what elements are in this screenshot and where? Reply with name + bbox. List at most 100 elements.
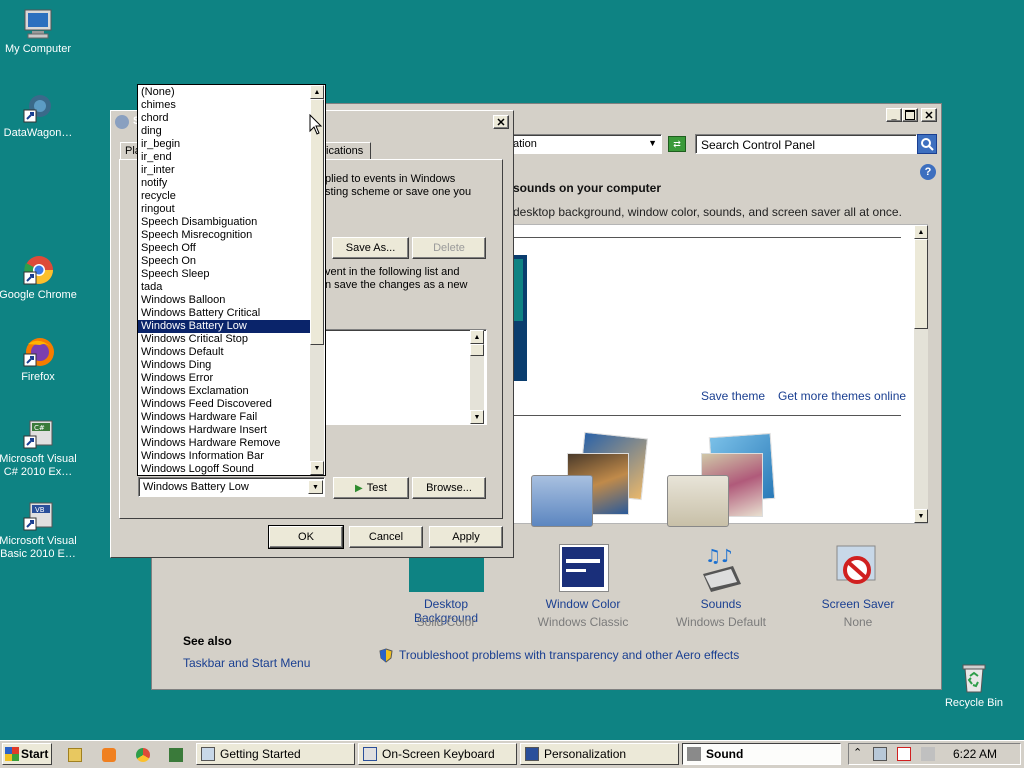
sound-list-item[interactable]: Windows Information Bar — [138, 450, 311, 463]
get-more-themes-link[interactable]: Get more themes online — [778, 389, 906, 403]
delete-button[interactable]: Delete — [412, 237, 486, 259]
chevron-up-icon[interactable]: ⌃ — [853, 746, 862, 759]
sound-list-item[interactable]: Windows Battery Low — [138, 320, 311, 333]
volume-icon[interactable] — [921, 747, 935, 761]
sound-list-item[interactable]: Windows Balloon — [138, 294, 311, 307]
visual-csharp-icon: C# — [22, 418, 54, 450]
sounds-combobox[interactable]: Windows Battery Low ▼ — [138, 477, 325, 497]
tab-communications[interactable]: ications — [323, 142, 371, 160]
sound-list-item[interactable]: Speech Off — [138, 242, 311, 255]
test-button[interactable]: ▶ Test — [333, 477, 409, 499]
desktop-icon-firefox[interactable]: Firefox — [0, 336, 80, 384]
screen-saver-link[interactable]: Screen Saver — [808, 597, 908, 611]
desktop-icon-datawagon[interactable]: DataWagon… — [0, 92, 80, 140]
themes-scrollbar[interactable]: ▲ ▼ — [914, 225, 928, 523]
program-events-list[interactable] — [321, 329, 487, 425]
sound-list-item[interactable]: ir_end — [138, 151, 311, 164]
save-theme-link[interactable]: Save theme — [701, 389, 765, 403]
visual-csharp-icon[interactable] — [169, 748, 183, 762]
ok-button[interactable]: OK — [268, 525, 344, 549]
network-icon[interactable] — [873, 747, 887, 761]
desktop-icon-visual-csharp[interactable]: C# Microsoft Visual C# 2010 Ex… — [0, 418, 80, 479]
shield-icon — [379, 648, 393, 663]
window-color-icon[interactable] — [559, 544, 609, 592]
sound-list-item[interactable]: Windows Battery Critical — [138, 307, 311, 320]
help-icon[interactable]: ? — [920, 164, 936, 180]
sound-list-item[interactable]: notify — [138, 177, 311, 190]
computer-icon — [22, 8, 54, 40]
screen-saver-icon[interactable] — [833, 544, 881, 590]
sound-list-item[interactable]: Windows Ding — [138, 359, 311, 372]
scroll-up-arrow[interactable]: ▲ — [470, 330, 484, 344]
sound-list-item[interactable]: Windows Hardware Insert — [138, 424, 311, 437]
theme-thumbnail-nature[interactable] — [667, 432, 787, 527]
sound-list-item[interactable]: chimes — [138, 99, 311, 112]
save-as-button[interactable]: Save As... — [332, 237, 409, 259]
refresh-button[interactable]: ⇄ — [668, 136, 686, 152]
window-color-link[interactable]: Window Color — [533, 597, 633, 611]
taskbar-button-getting-started[interactable]: Getting Started — [196, 743, 355, 765]
sound-list-item[interactable]: Speech Disambiguation — [138, 216, 311, 229]
address-bar[interactable]: ation ▼ — [508, 134, 662, 154]
sound-list-item[interactable]: Windows Logoff Sound — [138, 463, 311, 475]
sound-list-item[interactable]: Windows Default — [138, 346, 311, 359]
sound-list-item[interactable]: Windows Hardware Fail — [138, 411, 311, 424]
sound-list-item[interactable]: Windows Hardware Remove — [138, 437, 311, 450]
apply-button[interactable]: Apply — [429, 526, 503, 548]
scroll-down-arrow[interactable]: ▼ — [470, 410, 484, 424]
sound-list-item[interactable]: Windows Critical Stop — [138, 333, 311, 346]
chrome-icon[interactable] — [136, 748, 150, 762]
close-button[interactable]: ✕ — [921, 108, 937, 122]
scroll-thumb[interactable] — [470, 344, 484, 356]
sound-list-item[interactable]: Windows Feed Discovered — [138, 398, 311, 411]
scroll-down-arrow[interactable]: ▼ — [914, 509, 928, 523]
start-button[interactable]: Start — [2, 743, 52, 765]
sound-list-item[interactable]: Windows Exclamation — [138, 385, 311, 398]
sounds-link[interactable]: Sounds — [671, 597, 771, 611]
taskbar-start-menu-link[interactable]: Taskbar and Start Menu — [183, 656, 310, 670]
theme-thumbnail-landscapes[interactable] — [531, 431, 651, 527]
scroll-down-arrow[interactable]: ▼ — [310, 461, 324, 475]
desktop-icon-visual-basic[interactable]: VB Microsoft Visual Basic 2010 E… — [0, 500, 80, 561]
sound-list-item[interactable]: chord — [138, 112, 311, 125]
sound-list-item[interactable]: ding — [138, 125, 311, 138]
taskbar-button-on-screen-keyboard[interactable]: On-Screen Keyboard — [358, 743, 517, 765]
clock[interactable]: 6:22 AM — [953, 747, 997, 761]
search-button[interactable] — [917, 134, 937, 154]
scroll-up-arrow[interactable]: ▲ — [914, 225, 928, 239]
folder-icon[interactable] — [68, 748, 82, 762]
search-input[interactable]: Search Control Panel — [695, 134, 917, 154]
sound-list-item[interactable]: tada — [138, 281, 311, 294]
dialog-close-button[interactable]: ✕ — [493, 115, 509, 129]
dropdown-scrollbar[interactable]: ▲ ▼ — [310, 85, 324, 475]
sound-list-item[interactable]: Speech Sleep — [138, 268, 311, 281]
desktop-icon-google-chrome[interactable]: Google Chrome — [0, 254, 80, 302]
desktop-icon-my-computer[interactable]: My Computer — [0, 8, 80, 56]
browse-button[interactable]: Browse... — [412, 477, 486, 499]
events-scrollbar[interactable]: ▲ ▼ — [470, 330, 484, 424]
sounds-icon[interactable]: ♫♪ — [697, 544, 747, 592]
action-center-icon[interactable] — [897, 747, 911, 761]
sound-list-item[interactable]: (None) — [138, 86, 311, 99]
chevron-down-icon[interactable]: ▼ — [308, 480, 323, 494]
sound-list-item[interactable]: recycle — [138, 190, 311, 203]
taskbar-button-sound[interactable]: Sound — [682, 743, 841, 765]
chevron-down-icon[interactable]: ▼ — [648, 138, 657, 148]
sound-list-item[interactable]: ringout — [138, 203, 311, 216]
desktop-icon-recycle-bin[interactable]: Recycle Bin — [932, 662, 1016, 710]
troubleshoot-link[interactable]: Troubleshoot problems with transparency … — [399, 648, 739, 662]
sound-list-item[interactable]: Speech On — [138, 255, 311, 268]
scroll-thumb[interactable] — [914, 239, 928, 329]
taskbar-button-personalization[interactable]: Personalization — [520, 743, 679, 765]
desktop-icon-label: My Computer — [4, 43, 72, 55]
sound-list-item[interactable]: Speech Misrecognition — [138, 229, 311, 242]
cancel-button[interactable]: Cancel — [349, 526, 423, 548]
maximize-button[interactable] — [902, 108, 918, 122]
sound-list-item[interactable]: ir_inter — [138, 164, 311, 177]
sound-list-item[interactable]: Windows Error — [138, 372, 311, 385]
sounds-dropdown-list[interactable]: (None) chimes chord ding ir_begin ir_end ir_in… — [137, 84, 326, 476]
minimize-button[interactable]: _ — [886, 108, 902, 122]
media-player-icon[interactable] — [102, 748, 116, 762]
sound-list-item[interactable]: ir_begin — [138, 138, 311, 151]
scroll-up-arrow[interactable]: ▲ — [310, 85, 324, 99]
